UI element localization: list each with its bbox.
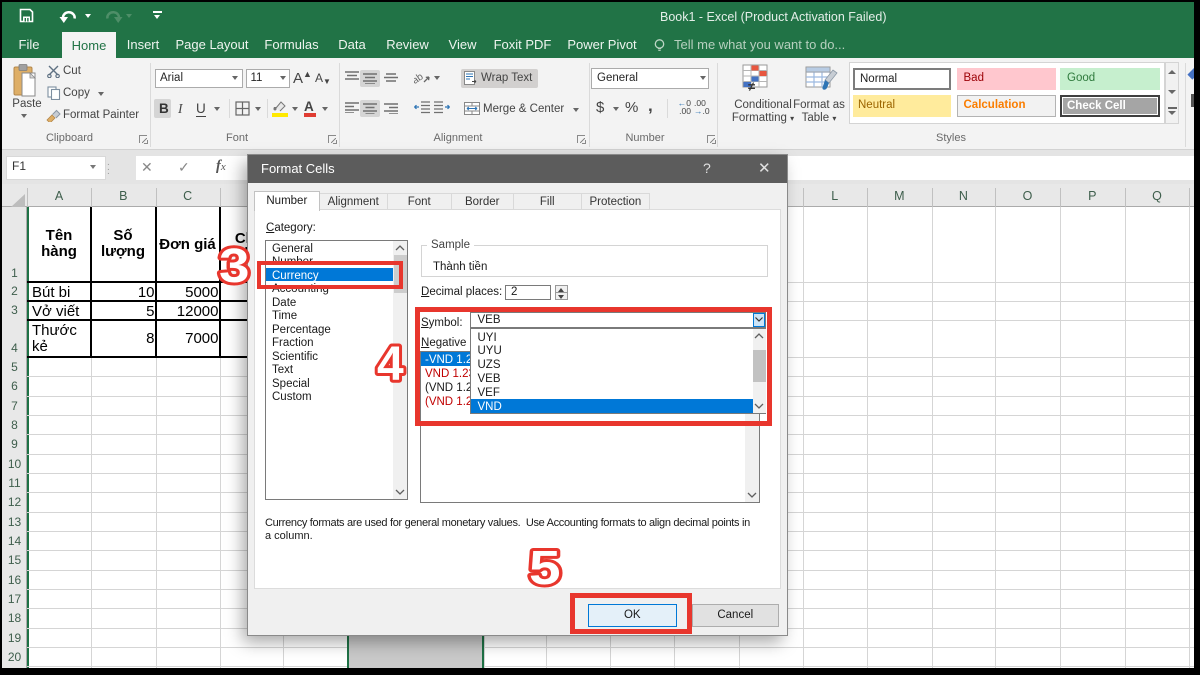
svg-text:ab: ab <box>414 71 426 86</box>
svg-text:≠: ≠ <box>748 79 755 92</box>
svg-text:4: 4 <box>377 338 404 391</box>
svg-text:5: 5 <box>529 542 561 595</box>
svg-text:3: 3 <box>219 240 250 293</box>
